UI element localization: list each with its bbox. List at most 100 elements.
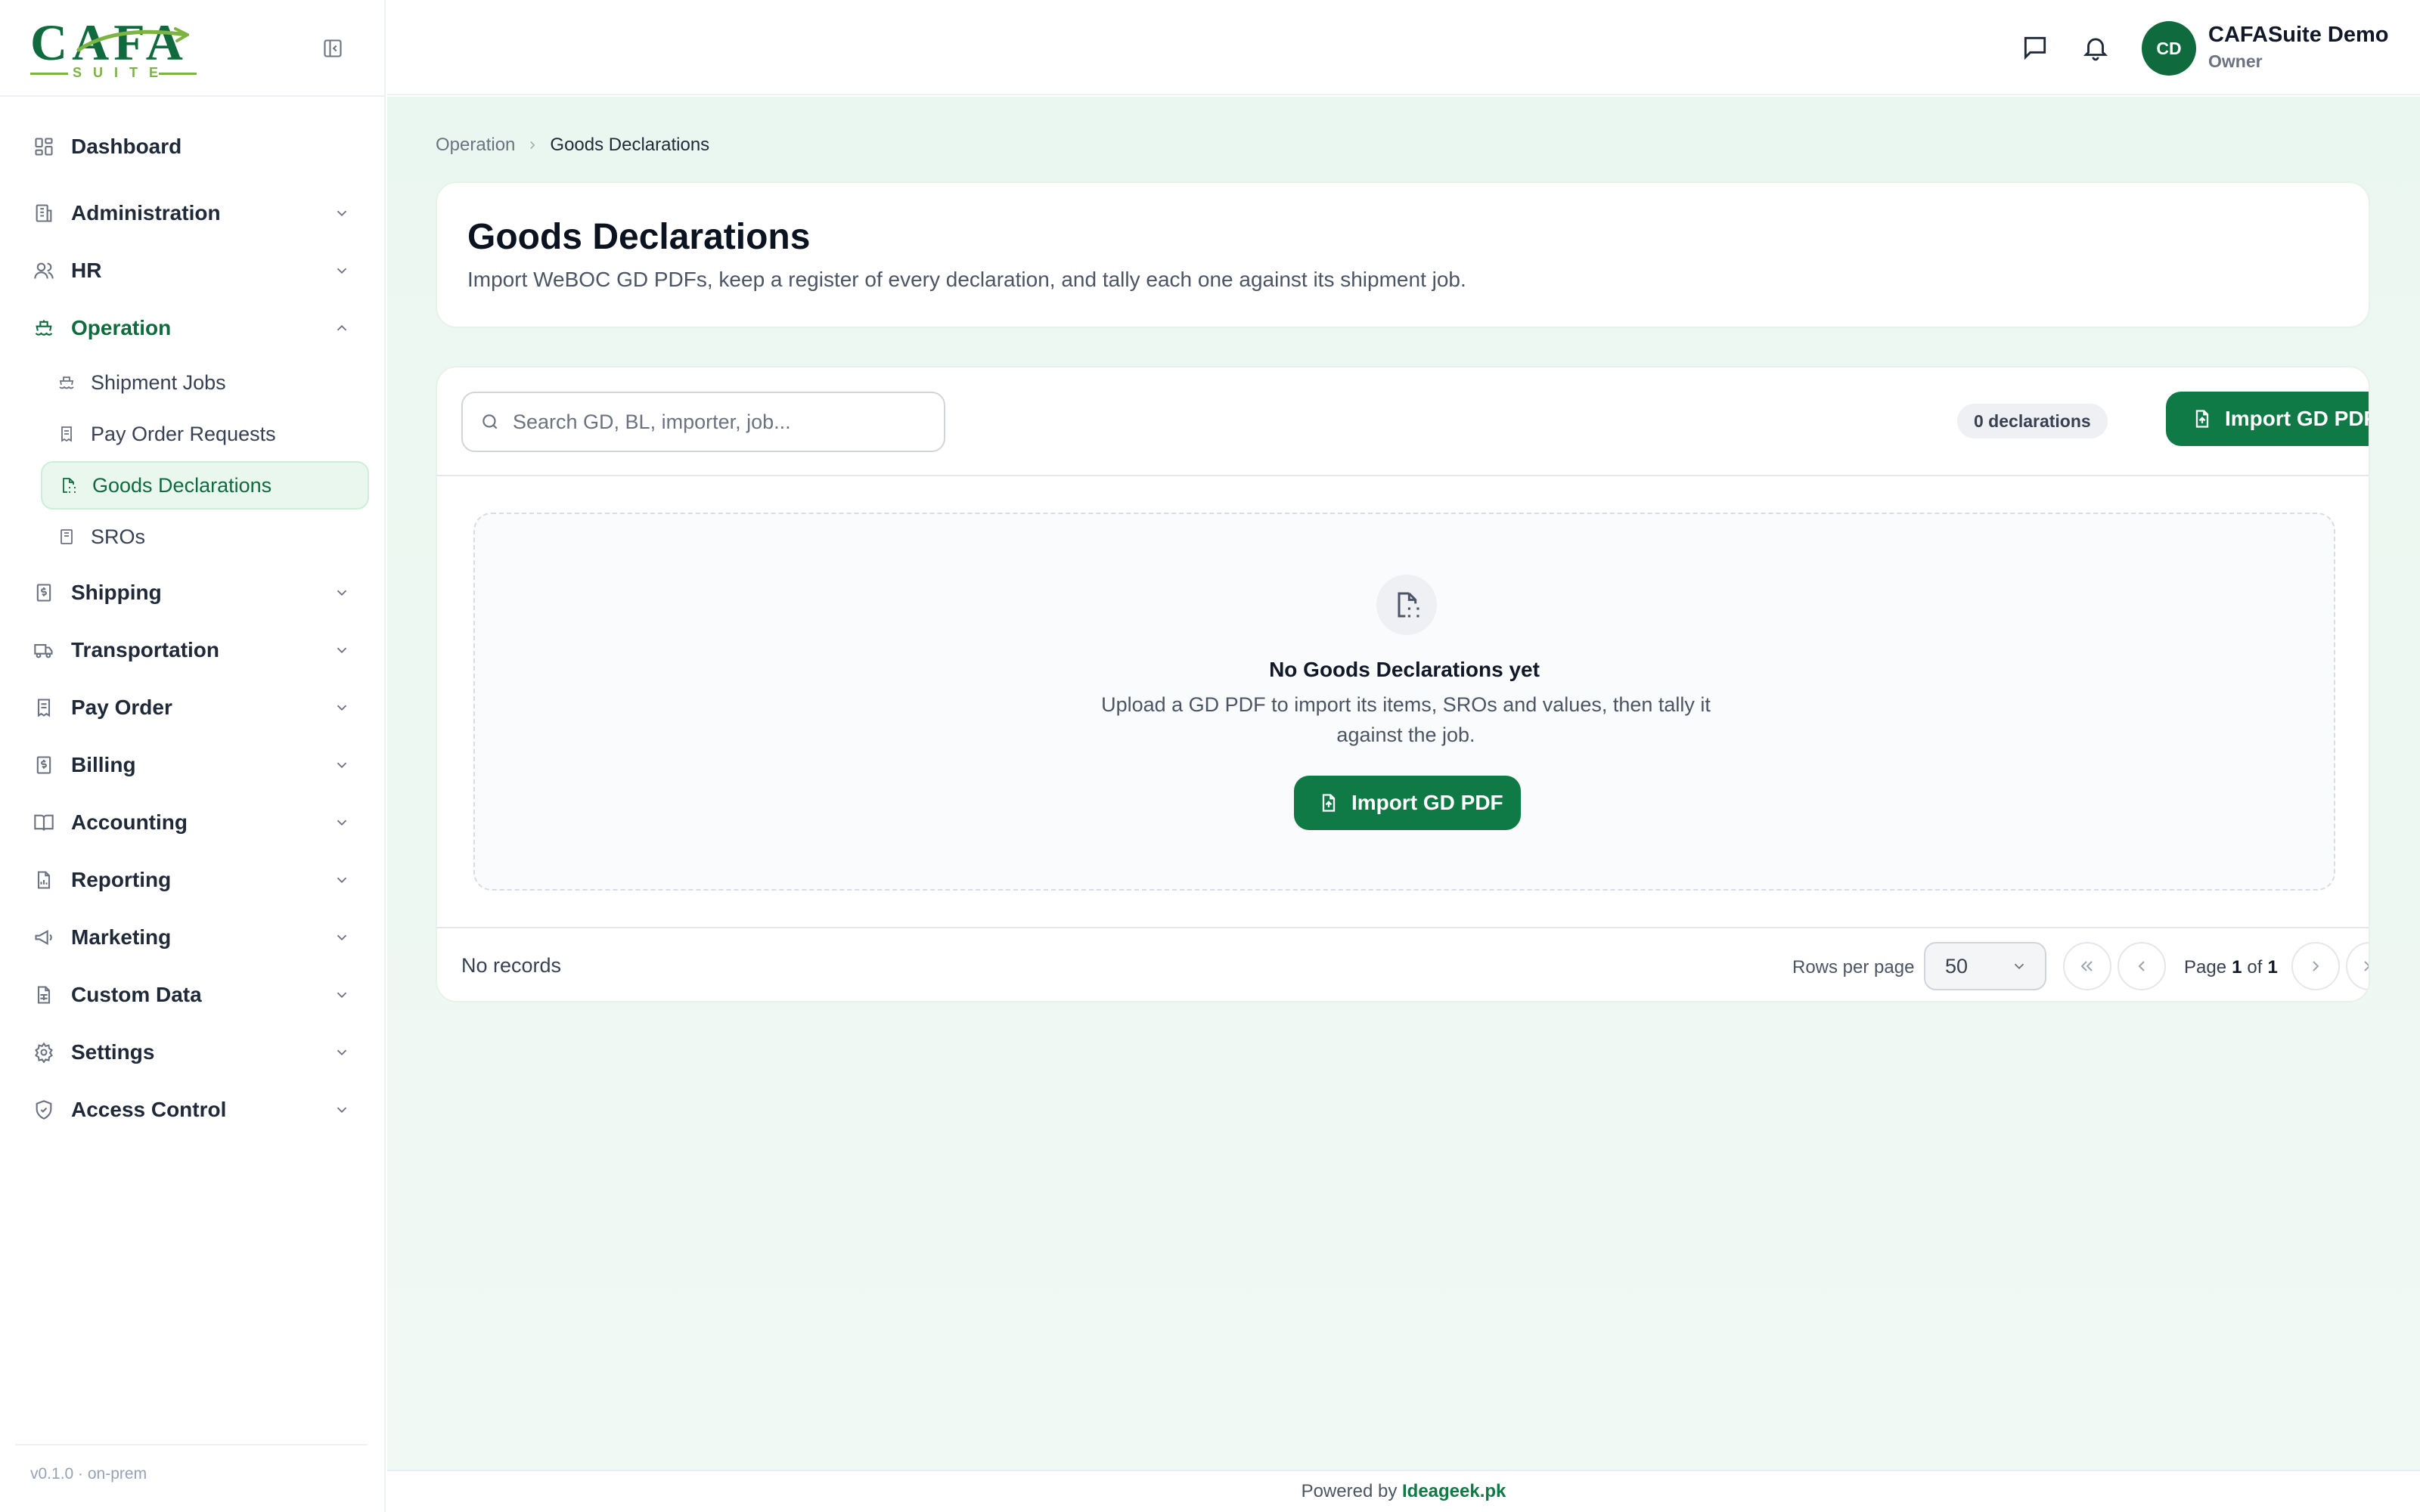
breadcrumb: Operation Goods Declarations bbox=[436, 135, 709, 156]
user-role: Owner bbox=[2208, 51, 2263, 71]
declarations-card: 0 declarations Import GD PDF No Goods De… bbox=[436, 366, 2370, 1002]
first-page-button[interactable] bbox=[2063, 942, 2111, 990]
sidebar-subitem-label: Goods Declarations bbox=[92, 473, 272, 497]
import-gd-pdf-label: Import GD PDF bbox=[2225, 407, 2370, 430]
next-page-button[interactable] bbox=[2291, 942, 2340, 990]
sidebar-item-pay-order[interactable]: Pay Order bbox=[30, 683, 363, 732]
chevron-down-icon bbox=[331, 984, 352, 1005]
sidebar-subitem-shipment-jobs[interactable]: Shipment Jobs bbox=[41, 358, 369, 407]
table-toolbar: 0 declarations Import GD PDF bbox=[437, 367, 2369, 476]
sidebar-item-label: Settings bbox=[71, 1040, 155, 1064]
sidebar-item-access-control[interactable]: Access Control bbox=[30, 1086, 363, 1134]
sidebar-item-custom-data[interactable]: Custom Data bbox=[30, 971, 363, 1019]
sidebar-item-accounting[interactable]: Accounting bbox=[30, 798, 363, 847]
search-icon bbox=[478, 410, 502, 434]
page-prefix: Page bbox=[2184, 957, 2227, 978]
previous-page-button[interactable] bbox=[2118, 942, 2166, 990]
sidebar-item-operation[interactable]: Operation bbox=[30, 304, 363, 352]
chevron-up-icon bbox=[331, 318, 352, 339]
sidebar: CAFA SUITE Dashboard Administration HR O… bbox=[0, 0, 386, 1512]
avatar[interactable]: CD bbox=[2142, 21, 2196, 76]
page-header-card: Goods Declarations Import WeBOC GD PDFs,… bbox=[436, 181, 2370, 328]
chevrons-right-icon bbox=[2364, 961, 2369, 971]
page-indicator: Page 1 of 1 bbox=[2184, 957, 2283, 978]
sidebar-item-label: Billing bbox=[71, 753, 136, 776]
user-name: CAFASuite Demo bbox=[2208, 23, 2389, 47]
building-icon bbox=[32, 201, 56, 225]
sidebar-item-dashboard[interactable]: Dashboard bbox=[30, 122, 363, 171]
empty-state-title: No Goods Declarations yet bbox=[1269, 658, 1540, 681]
search-box[interactable] bbox=[461, 392, 945, 452]
cafa-suite-logo[interactable]: CAFA SUITE bbox=[30, 17, 197, 80]
last-page-button[interactable] bbox=[2346, 942, 2369, 990]
powered-by-text: Powered by bbox=[1301, 1481, 1398, 1501]
page-description: Import WeBOC GD PDFs, keep a register of… bbox=[467, 268, 1466, 291]
chevron-down-icon bbox=[331, 1042, 352, 1063]
sidebar-item-reporting[interactable]: Reporting bbox=[30, 856, 363, 904]
sidebar-item-settings[interactable]: Settings bbox=[30, 1028, 363, 1077]
rows-per-page-label: Rows per page bbox=[1792, 957, 1915, 978]
gear-icon bbox=[32, 1040, 56, 1064]
search-input[interactable] bbox=[513, 410, 936, 434]
current-page: 1 bbox=[2232, 957, 2242, 978]
chevron-down-icon bbox=[331, 927, 352, 948]
book-icon bbox=[56, 526, 77, 547]
file-scan-icon bbox=[57, 475, 79, 496]
sidebar-subitem-sros[interactable]: SROs bbox=[41, 513, 369, 561]
sidebar-item-label: Marketing bbox=[71, 925, 172, 949]
panel-collapse-icon bbox=[324, 39, 342, 57]
collapse-sidebar-button[interactable] bbox=[321, 36, 345, 60]
sidebar-item-transportation[interactable]: Transportation bbox=[30, 626, 363, 674]
bell-icon bbox=[2083, 38, 2108, 61]
chevrons-left-icon bbox=[2080, 961, 2093, 971]
file-upload-icon bbox=[2190, 407, 2214, 431]
sidebar-item-label: Operation bbox=[71, 316, 172, 339]
chevron-down-icon bbox=[331, 203, 352, 224]
ship-icon bbox=[56, 372, 77, 393]
breadcrumb-operation-link[interactable]: Operation bbox=[436, 135, 515, 156]
sidebar-item-administration[interactable]: Administration bbox=[30, 189, 363, 237]
sidebar-subitem-goods-declarations[interactable]: Goods Declarations bbox=[41, 461, 369, 510]
logo-swoosh-icon bbox=[76, 27, 189, 52]
rows-per-page-value: 50 bbox=[1945, 954, 1969, 978]
ship-icon bbox=[32, 316, 56, 340]
top-bar: CD CAFASuite Demo Owner bbox=[387, 0, 2420, 95]
sidebar-item-billing[interactable]: Billing bbox=[30, 741, 363, 789]
sidebar-item-label: Shipping bbox=[71, 581, 162, 604]
chevron-down-icon bbox=[331, 640, 352, 661]
sidebar-item-label: Dashboard bbox=[71, 135, 182, 158]
chevron-right-icon bbox=[2313, 961, 2319, 971]
empty-import-gd-pdf-button[interactable]: Import GD PDF bbox=[1294, 776, 1521, 830]
chevron-down-icon bbox=[331, 582, 352, 603]
chevron-down-icon bbox=[331, 754, 352, 776]
logo-line-left bbox=[30, 73, 68, 75]
chevron-down-icon bbox=[331, 1099, 352, 1120]
chart-file-icon bbox=[32, 868, 56, 892]
dashboard-icon bbox=[32, 135, 56, 159]
main-content: Operation Goods Declarations Goods Decla… bbox=[387, 97, 2420, 1512]
sidebar-item-shipping[interactable]: Shipping bbox=[30, 569, 363, 617]
ideageek-link[interactable]: Ideageek.pk bbox=[1402, 1481, 1506, 1501]
chevron-down-icon bbox=[2009, 956, 2030, 977]
declarations-count-badge: 0 declarations bbox=[1957, 404, 2108, 438]
messages-button[interactable] bbox=[2018, 30, 2052, 65]
sidebar-item-label: Access Control bbox=[71, 1098, 227, 1121]
logo-area: CAFA SUITE bbox=[0, 0, 384, 97]
sidebar-item-hr[interactable]: HR bbox=[30, 246, 363, 295]
rows-per-page-select[interactable]: 50 bbox=[1924, 942, 2046, 990]
sidebar-subitem-label: Pay Order Requests bbox=[91, 422, 276, 445]
import-gd-pdf-button[interactable]: Import GD PDF bbox=[2166, 392, 2370, 446]
page-of: of bbox=[2247, 957, 2263, 978]
sidebar-subitem-pay-order-requests[interactable]: Pay Order Requests bbox=[41, 410, 369, 458]
notifications-button[interactable] bbox=[2078, 30, 2113, 65]
chevron-left-icon bbox=[2138, 961, 2145, 971]
logo-subtext: SUITE bbox=[73, 65, 170, 80]
spreadsheet-icon bbox=[32, 983, 56, 1007]
shield-icon bbox=[32, 1098, 56, 1122]
sidebar-item-label: Accounting bbox=[71, 810, 188, 834]
sidebar-divider bbox=[15, 1444, 368, 1445]
sidebar-item-label: Transportation bbox=[71, 638, 220, 662]
megaphone-icon bbox=[32, 925, 56, 950]
sidebar-item-marketing[interactable]: Marketing bbox=[30, 913, 363, 962]
receipt-icon bbox=[32, 696, 56, 720]
